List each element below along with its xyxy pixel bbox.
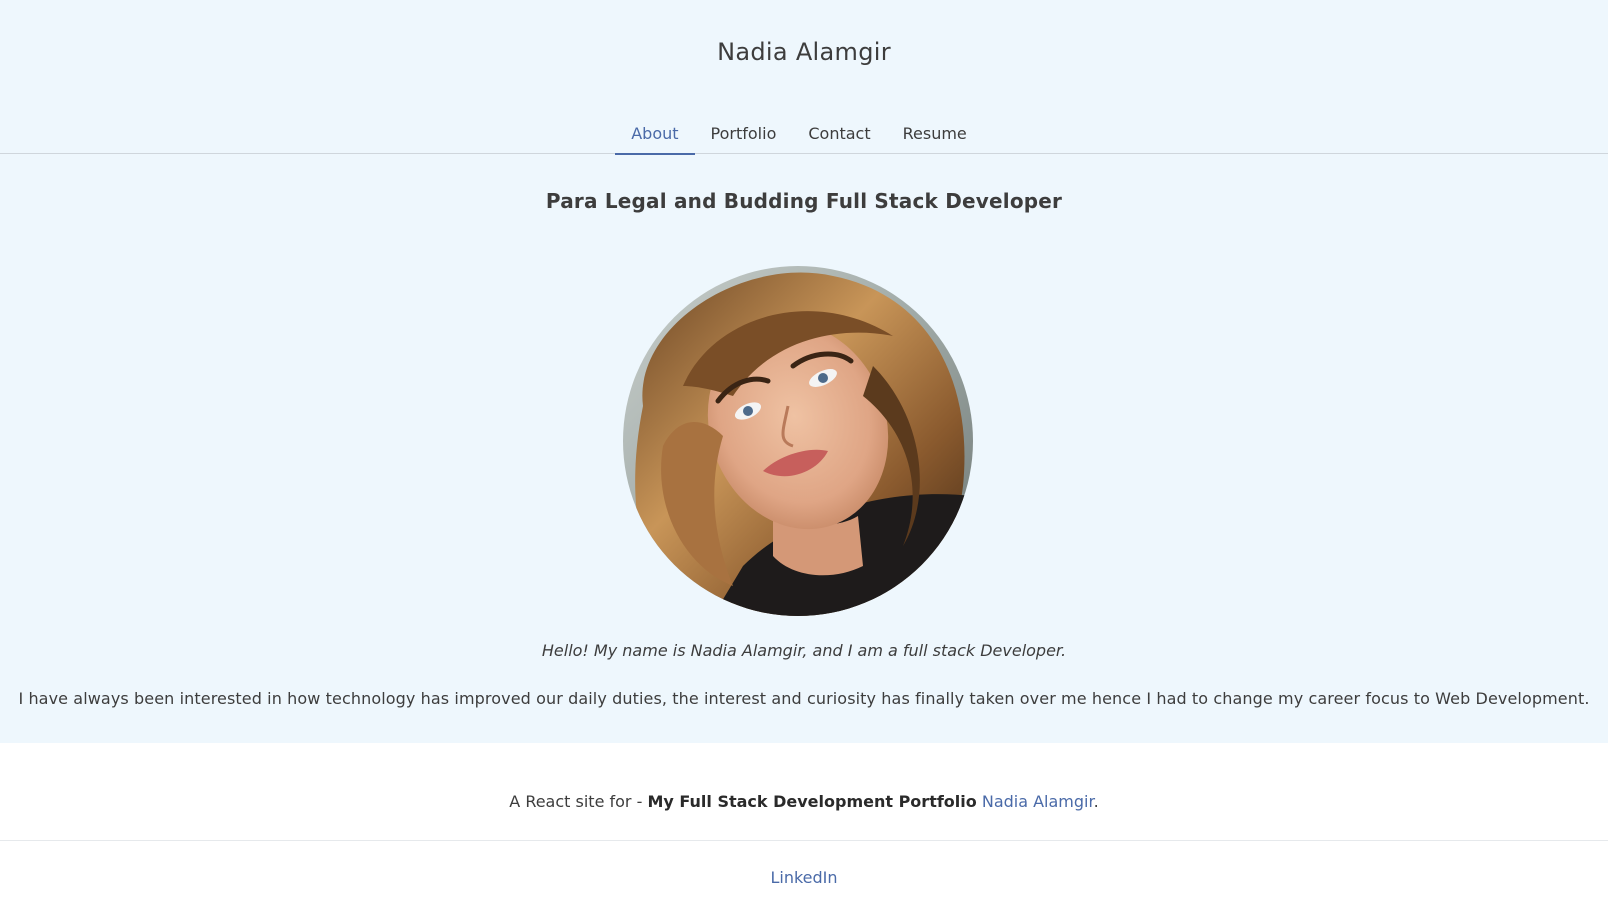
site-title: Nadia Alamgir xyxy=(717,38,891,66)
nav-item-contact[interactable]: Contact xyxy=(792,114,886,154)
nav-item-resume[interactable]: Resume xyxy=(887,114,983,154)
bio-text: I have always been interested in how tec… xyxy=(18,689,1590,708)
page: Nadia Alamgir About Portfolio Contact Re… xyxy=(0,0,1608,903)
main-nav: About Portfolio Contact Resume xyxy=(0,114,1608,155)
footer-author-link[interactable]: Nadia Alamgir xyxy=(982,792,1094,811)
nav-item-about[interactable]: About xyxy=(615,114,695,155)
footer-prefix: A React site for - xyxy=(509,792,648,811)
nav-item-portfolio[interactable]: Portfolio xyxy=(695,114,793,154)
linkedin-link[interactable]: LinkedIn xyxy=(770,868,837,887)
footer-project-name: My Full Stack Development Portfolio xyxy=(647,792,977,811)
profile-photo xyxy=(623,266,973,616)
footer-divider xyxy=(0,840,1608,841)
intro-text: Hello! My name is Nadia Alamgir, and I a… xyxy=(541,641,1067,660)
footer-credit: A React site for - My Full Stack Develop… xyxy=(0,792,1608,811)
footer-suffix: . xyxy=(1093,792,1099,811)
about-subtitle: Para Legal and Budding Full Stack Develo… xyxy=(545,189,1063,213)
linkedin-row: LinkedIn xyxy=(0,868,1608,887)
